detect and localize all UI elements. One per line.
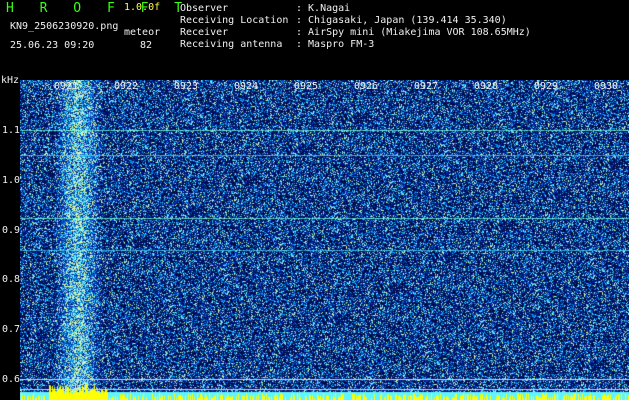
version-label: 1.0.0f xyxy=(124,2,161,13)
meteor-label: meteor xyxy=(124,27,161,38)
meta-antenna-label: Receiving antenna xyxy=(180,39,283,50)
spectrogram-canvas xyxy=(20,80,629,400)
x-tick-0926: 0926 xyxy=(354,81,379,92)
y-tick-0.7: 0.7 xyxy=(2,324,21,335)
app-title: H R O F F T xyxy=(6,1,192,16)
y-tick-0.6: 0.6 xyxy=(2,374,21,385)
x-tick-0925: 0925 xyxy=(294,81,319,92)
x-tick-0921: 0921 xyxy=(54,81,79,92)
meta-location-label: Receiving Location xyxy=(180,15,289,26)
y-tick-0.8: 0.8 xyxy=(2,274,21,285)
spectrogram-plot xyxy=(20,80,629,400)
capture-datetime: 25.06.23 09:20 xyxy=(10,40,95,51)
meta-observer-label: Observer xyxy=(180,3,229,14)
x-tick-0924: 0924 xyxy=(234,81,259,92)
meta-receiver-label: Receiver xyxy=(180,27,229,38)
y-tick-0.9: 0.9 xyxy=(2,225,21,236)
meteor-count: 82 xyxy=(140,40,153,51)
meta-location-value: : Chigasaki, Japan (139.414 35.340) xyxy=(296,15,507,26)
meta-observer-value: : K.Nagai xyxy=(296,3,351,14)
x-tick-0927: 0927 xyxy=(414,81,439,92)
y-tick-1.1: 1.1 xyxy=(2,125,21,136)
file-name: KN9_2506230920.png xyxy=(10,21,119,32)
y-tick-1.0: 1.0 xyxy=(2,175,21,186)
x-tick-0923: 0923 xyxy=(174,81,199,92)
y-axis-unit: kHz xyxy=(1,75,20,86)
x-tick-0930: 0930 xyxy=(594,81,619,92)
x-tick-0928: 0928 xyxy=(474,81,499,92)
x-tick-0929: 0929 xyxy=(534,81,559,92)
x-tick-0922: 0922 xyxy=(114,81,139,92)
meta-antenna-value: : Maspro FM-3 xyxy=(296,39,375,50)
hrofft-spectrogram-window: H R O F F T 1.0.0f KN9_2506230920.png me… xyxy=(0,0,629,400)
meta-receiver-value: : AirSpy mini (Miakejima VOR 108.65MHz) xyxy=(296,27,531,38)
